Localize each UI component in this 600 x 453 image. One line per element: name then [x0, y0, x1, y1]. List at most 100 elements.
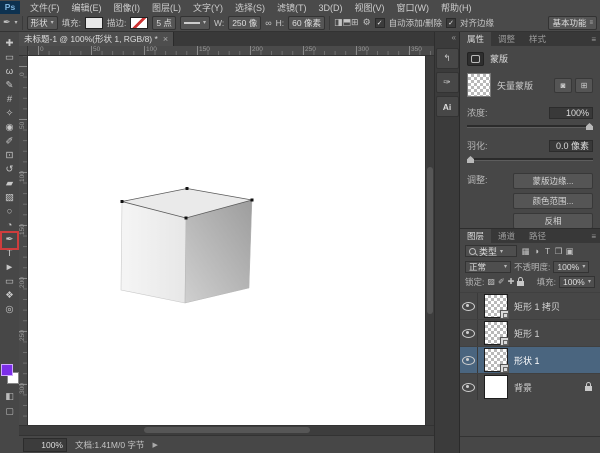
tool-button[interactable]: ✧ [0, 106, 19, 120]
tool-button[interactable]: ○ [0, 204, 19, 218]
tool-button[interactable]: ► [0, 260, 19, 274]
scrollbar-thumb[interactable] [427, 167, 433, 315]
menu-item[interactable]: 文字(Y) [187, 3, 229, 13]
scrollbar-thumb[interactable] [144, 427, 310, 433]
document-tab[interactable]: 未标题-1 @ 100%(形状 1, RGB/8) * × [19, 32, 174, 46]
stroke-style-select[interactable]: ▾ [180, 16, 210, 30]
menu-item[interactable]: 3D(D) [313, 3, 349, 13]
panel-menu-icon[interactable]: ≡ [591, 35, 600, 44]
opacity-input[interactable]: 100% ▾ [553, 261, 589, 273]
filter-kind-icon[interactable]: ▦ [520, 245, 531, 257]
tool-mode-select[interactable]: 形状 ▾ [27, 16, 58, 30]
layer-name[interactable]: 形状 1 [514, 354, 540, 367]
path-operation-icon[interactable]: ⬒ [343, 17, 352, 27]
tool-button[interactable]: # [0, 92, 19, 106]
dock-panel-button[interactable]: ↰ [436, 48, 459, 69]
visibility-cell[interactable] [460, 293, 478, 319]
tool-button[interactable]: ▧ [0, 190, 19, 204]
foreground-color-swatch[interactable] [1, 364, 13, 376]
layer-row[interactable]: 矩形 1 [460, 319, 600, 346]
panel-tab[interactable]: 图层 [460, 229, 491, 243]
lock-all-icon[interactable] [517, 277, 524, 286]
auto-add-checkbox[interactable]: ✓ [375, 18, 385, 28]
eye-icon[interactable] [462, 302, 475, 311]
feather-value[interactable]: 0.0 像素 [549, 140, 593, 152]
path-operation-icon[interactable]: ◨ [334, 17, 343, 27]
feather-slider[interactable] [467, 155, 593, 163]
menu-item[interactable]: 窗口(W) [391, 3, 436, 13]
tool-button[interactable]: ⊡ [0, 148, 19, 162]
menu-item[interactable]: 图像(I) [108, 3, 147, 13]
tool-button[interactable]: ◎ [0, 302, 19, 316]
dock-panel-button[interactable]: ✑ [436, 72, 459, 93]
density-value[interactable]: 100% [549, 107, 593, 119]
visibility-cell[interactable] [460, 320, 478, 346]
layer-name[interactable]: 矩形 1 [514, 327, 540, 340]
menu-item[interactable]: 文件(F) [24, 3, 66, 13]
lock-option-icon[interactable]: ✚ [508, 277, 515, 286]
tool-button[interactable]: ▰ [0, 176, 19, 190]
tool-button[interactable]: ✚ [0, 36, 19, 50]
lock-option-icon[interactable]: ✐ [498, 277, 505, 286]
blend-mode-select[interactable]: 正常 ▾ [465, 261, 511, 273]
filter-kind-icon[interactable]: ❒ [553, 245, 564, 257]
visibility-cell[interactable] [460, 347, 478, 373]
mask-button[interactable]: ◙ [554, 78, 572, 93]
menu-item[interactable]: 选择(S) [229, 3, 271, 13]
tool-button[interactable]: ◔ [0, 218, 19, 232]
layer-name[interactable]: 背景 [514, 381, 532, 394]
eye-icon[interactable] [462, 383, 475, 392]
tool-button[interactable]: ◉ [0, 120, 19, 134]
horizontal-ruler[interactable]: 050100150200250300350 [28, 46, 434, 56]
filter-kind-icon[interactable]: ◑ [531, 245, 542, 257]
collapse-panels-icon[interactable]: « [435, 32, 459, 45]
path-operation-icon[interactable]: ⊞ [351, 17, 359, 27]
tool-button[interactable]: ✐ [0, 134, 19, 148]
eye-icon[interactable] [462, 356, 475, 365]
zoom-level-input[interactable]: 100% [23, 438, 67, 452]
status-expand-icon[interactable]: ▶ [152, 441, 157, 449]
workspace-switcher[interactable]: 基本功能 ≡ [548, 16, 597, 30]
menu-item[interactable]: 编辑(E) [66, 3, 108, 13]
horizontal-scrollbar[interactable] [19, 425, 434, 435]
panel-tab[interactable]: 样式 [522, 32, 553, 46]
stroke-width-input[interactable]: 5 点 [152, 16, 176, 30]
vertical-ruler[interactable]: 050100150200250300 [19, 56, 28, 425]
filter-kind-icon[interactable]: T [542, 245, 553, 257]
menu-item[interactable]: 视图(V) [349, 3, 391, 13]
menu-item[interactable]: 图层(L) [146, 3, 187, 13]
panel-menu-icon[interactable]: ≡ [591, 232, 600, 241]
tool-preset-caret-icon[interactable]: ▾ [15, 19, 18, 26]
lock-option-icon[interactable]: ▨ [487, 277, 495, 286]
refine-button[interactable]: 颜色范围... [513, 193, 593, 209]
panel-tab[interactable]: 属性 [460, 32, 491, 46]
refine-button[interactable]: 蒙版边缘... [513, 173, 593, 189]
link-dimensions-icon[interactable]: ∞ [265, 18, 271, 28]
vertical-scrollbar[interactable] [425, 56, 434, 425]
stroke-swatch[interactable] [130, 17, 148, 29]
layer-thumbnail[interactable] [484, 321, 508, 345]
fill-swatch[interactable] [85, 17, 103, 29]
vector-mask-thumbnail[interactable] [467, 73, 491, 97]
dock-panel-button[interactable]: Ai [436, 96, 459, 117]
layer-thumbnail[interactable] [484, 294, 508, 318]
height-input[interactable]: 60 像素 [288, 16, 325, 30]
pen-tool-preset-icon[interactable]: ✒ [3, 17, 11, 28]
tool-button[interactable]: ↺ [0, 162, 19, 176]
width-input[interactable]: 250 像 [228, 16, 261, 30]
panel-tab[interactable]: 调整 [491, 32, 522, 46]
layer-thumbnail[interactable] [484, 375, 508, 399]
screen-mode-button[interactable]: ▢ [0, 405, 19, 418]
quick-mask-button[interactable]: ◧ [0, 390, 19, 403]
layer-row[interactable]: 形状 1 [460, 346, 600, 373]
panel-tab[interactable]: 路径 [522, 229, 553, 243]
align-edges-checkbox[interactable]: ✓ [446, 18, 456, 28]
refine-button[interactable]: 反相 [513, 213, 593, 228]
gear-icon[interactable]: ⚙ [363, 17, 371, 28]
menu-item[interactable]: 滤镜(T) [271, 3, 313, 13]
tool-button[interactable]: ▭ [0, 50, 19, 64]
menu-item[interactable]: 帮助(H) [435, 3, 478, 13]
tool-button[interactable]: ▭ [0, 274, 19, 288]
layer-row[interactable]: 矩形 1 拷贝 [460, 292, 600, 319]
layer-name[interactable]: 矩形 1 拷贝 [514, 300, 560, 313]
